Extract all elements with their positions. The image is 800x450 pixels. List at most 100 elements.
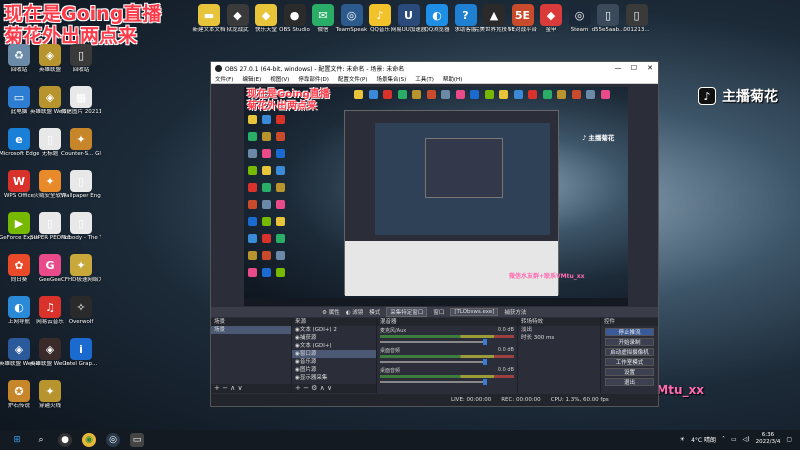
volume-slider[interactable] <box>380 339 488 345</box>
preview-desktop-icon <box>571 90 581 99</box>
maximize-button[interactable]: ☐ <box>626 64 642 72</box>
sources-controls[interactable]: + − ⚙ ∧ ∨ <box>292 384 376 393</box>
cf-icon: ✦ <box>70 254 92 276</box>
properties-button[interactable]: ⚙ 属性 <box>322 308 340 316</box>
menu-help[interactable]: 帮助(H) <box>443 75 462 83</box>
menu-file[interactable]: 文件(F) <box>215 75 233 83</box>
desktop-icon[interactable]: ✧ Overwolf <box>62 296 100 326</box>
menu-scene-collection[interactable]: 场景集合(S) <box>376 75 406 83</box>
geegee-icon: G <box>39 254 61 276</box>
recycle-bin-icon: ♻ <box>8 44 30 66</box>
filters-button[interactable]: ◐ 滤镜 <box>346 308 364 316</box>
preview-wechat-overlay: 微信水友群+联系VMtu_xx <box>509 273 585 280</box>
mode-select[interactable]: 采集特定窗口 <box>386 307 428 317</box>
preview-desktop-icon <box>248 115 257 124</box>
transition-duration[interactable]: 时长 300 ms <box>518 334 600 342</box>
scenes-header: 场景 <box>211 318 291 326</box>
preview-title-line2: 菊花外出两点来 <box>247 101 317 112</box>
scenes-controls[interactable]: + − ∧ ∨ <box>211 384 291 393</box>
stop-streaming-button[interactable]: 停止推流 <box>605 328 654 336</box>
desktop-icon[interactable]: ▯Nobody - The Turna... <box>61 212 101 242</box>
desktop-icon[interactable]: ▯ 001213... <box>618 4 656 34</box>
chrome-icon[interactable]: ◉ <box>82 433 96 447</box>
chevron-up-icon[interactable]: ˄ <box>722 436 725 443</box>
desktop-icon[interactable]: ▯Wallpaper Engine:... <box>61 170 101 200</box>
weather-text[interactable]: 4°C 晴朗 <box>691 435 716 444</box>
menu-view[interactable]: 视图(V) <box>270 75 289 83</box>
desktop-icon[interactable]: ✦Counter-S... Global Off... <box>61 128 101 158</box>
search-icon[interactable]: ⌕ <box>34 433 48 447</box>
window-select[interactable]: [TLObsws.exe] <box>450 308 499 316</box>
preview-desktop-icon <box>542 90 552 99</box>
source-item[interactable]: ◉ 显示器采集 <box>292 374 376 382</box>
perfect-icon: ▲ <box>483 4 505 26</box>
source-label: 文本 (GDI+) <box>299 343 332 349</box>
obs-icon[interactable]: ● <box>58 433 72 447</box>
close-button[interactable]: ✕ <box>642 64 658 72</box>
slider-handle[interactable] <box>483 339 488 345</box>
start-recording-button[interactable]: 开始录制 <box>605 338 654 346</box>
overwolf-icon: ✧ <box>70 296 92 318</box>
studio-mode-button[interactable]: 工作室模式 <box>605 358 654 366</box>
volume-slider[interactable] <box>380 379 488 385</box>
preview-desktop-icon <box>262 115 271 124</box>
slider-handle[interactable] <box>483 359 488 365</box>
nested-obs-panels <box>345 241 558 296</box>
desktop-icon[interactable]: ✦ 穿越火线 <box>31 380 69 410</box>
desktop-icon-label: 001213... <box>623 27 650 33</box>
mixer-dock: 混音器 麦克风/Aux 0.0 dB 桌面音频 0.0 dB 桌面音频 0.0 dB <box>377 318 517 393</box>
transition-type-select[interactable]: 淡出 <box>518 326 600 334</box>
preview-desktop-icon <box>470 90 479 99</box>
desktop-icon[interactable]: ✦CFHD极速网络大区 <box>61 254 101 284</box>
exit-button[interactable]: 退出 <box>605 378 654 386</box>
menu-profile[interactable]: 配置文件(P) <box>338 75 368 83</box>
preview-desktop-icon <box>276 268 285 277</box>
desktop-icon[interactable]: ▯ 回收站 <box>62 44 100 74</box>
desktop-icon[interactable]: ▦微信图片 2021121... <box>61 86 101 116</box>
preview-desktop-icon <box>248 217 257 226</box>
source-item[interactable]: ◉ 窗口源 <box>292 350 376 358</box>
steam-icon[interactable]: ◎ <box>106 433 120 447</box>
taskbar: ⊞ ⌕ ● ◉ ◎ ▭ ☀ 4°C 晴朗 ˄ ▭ ◁) 6:36 2022/3/… <box>0 430 800 450</box>
desktop-icon-label: Counter-S... Global Off... <box>61 151 101 157</box>
track-db: 0.0 dB <box>497 327 514 333</box>
volume-icon[interactable]: ◁) <box>743 436 750 443</box>
obs-preview[interactable]: 现在是Going直播 菊花外出两点来 ♪ 主播菊花 微信水友群+联系VMtu_x… <box>244 87 628 306</box>
desktop-icon[interactable]: i Intel Grap... <box>62 338 100 368</box>
virtual-camera-button[interactable]: 启动虚拟摄像机 <box>605 348 654 356</box>
preview-desktop-icon <box>262 200 271 209</box>
volume-slider[interactable] <box>380 359 488 365</box>
menu-edit[interactable]: 编辑(E) <box>242 75 261 83</box>
settings-button[interactable]: 设置 <box>605 368 654 376</box>
preview-streamer-tag: ♪ 主播菊花 <box>582 134 615 142</box>
scene-item[interactable]: 场景 <box>211 326 291 334</box>
preview-desktop-icon <box>397 90 407 99</box>
preview-desktop-icon <box>276 166 285 175</box>
obs-window[interactable]: OBS 27.0.1 (64-bit, windows) - 配置文件: 未命名… <box>210 61 659 407</box>
clock[interactable]: 6:36 2022/3/4 <box>756 432 781 446</box>
source-toolbar: ⚙ 属性 ◐ 滤镜 模式 采集特定窗口 窗口 [TLObsws.exe] 捕获方… <box>211 307 658 317</box>
obs-title-bar[interactable]: OBS 27.0.1 (64-bit, windows) - 配置文件: 未命名… <box>211 62 658 74</box>
preview-desktop-icon <box>248 268 257 277</box>
lol-icon: ◈ <box>8 338 30 360</box>
menu-docks[interactable]: 停靠部件(D) <box>298 75 329 83</box>
volume-meter <box>380 375 514 378</box>
menu-tools[interactable]: 工具(T) <box>415 75 434 83</box>
windows-icon[interactable]: ⊞ <box>10 433 24 447</box>
notification-icon[interactable]: ▢ <box>786 436 792 443</box>
source-item[interactable]: ◉ 音乐源 <box>292 358 376 366</box>
teamspeak-icon: ◎ <box>340 4 363 26</box>
source-item[interactable]: ◉ 文本 (GDI+) <box>292 342 376 350</box>
slider-handle[interactable] <box>483 379 488 385</box>
source-item[interactable]: ◉ 捕获源 <box>292 334 376 342</box>
source-item[interactable]: ◉ 文本 (GDI+) 2 <box>292 326 376 334</box>
minimize-button[interactable]: — <box>610 64 626 72</box>
network-icon[interactable]: ▭ <box>731 436 737 443</box>
file-explorer-icon[interactable]: ▭ <box>130 433 144 447</box>
stream-overlay-title: 现在是Going直播 菊花外出两点来 <box>4 3 161 47</box>
5e-icon: 5E <box>511 4 534 26</box>
source-item[interactable]: ◉ 图片源 <box>292 366 376 374</box>
weather-icon[interactable]: ☀ <box>680 436 685 443</box>
desktop-icon-label: CFHD极速网络大区 <box>61 277 101 283</box>
mode-label: 模式 <box>369 310 381 316</box>
